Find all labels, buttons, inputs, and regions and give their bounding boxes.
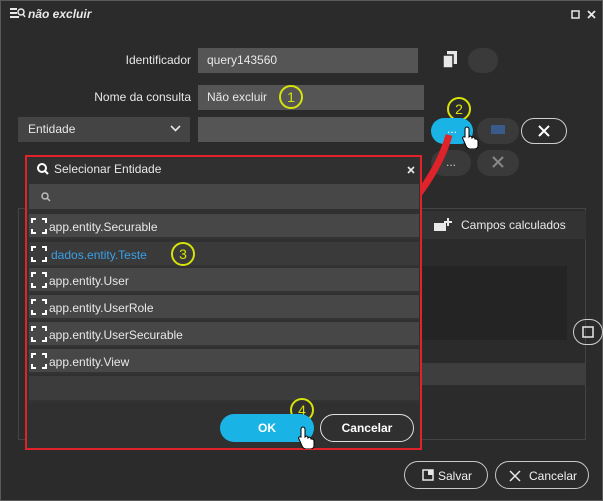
copy-icon[interactable] [443,51,457,69]
entity-icon [31,272,47,288]
dialog-cancel-button[interactable]: Cancelar [320,414,414,442]
list-item-selected[interactable]: dados.entity.Teste 3 [29,242,419,267]
nome-consulta-field[interactable]: Não excluir [198,85,424,110]
close-icon [538,125,550,137]
maximize-icon[interactable] [571,10,580,19]
tab-campos-calculados-label: Campos calculados [461,218,566,232]
comment-button[interactable] [477,118,519,144]
query-editor-window: não excluir Identificador query143560 No… [0,0,603,501]
list-item-label: app.entity.View [49,355,130,369]
save-icon [422,469,434,481]
entity-icon [31,246,47,262]
entity-icon [31,218,47,234]
cancel-button[interactable]: Cancelar [495,461,589,489]
close-icon [492,156,504,168]
list-item-label: app.entity.UserSecurable [49,328,183,342]
panel-strip [422,363,586,385]
dialog-search-input[interactable] [29,184,419,209]
identificador-label: Identificador [125,53,191,67]
list-item[interactable]: app.entity.View [29,349,419,374]
list-item-label: app.entity.Securable [49,220,158,234]
window-title: não excluir [28,7,92,21]
save-label: Salvar [438,469,473,483]
list-item-label: dados.entity.Teste [51,248,147,262]
side-action-button[interactable] [573,319,603,345]
entity-icon [31,326,47,342]
cancel-label: Cancelar [529,469,578,483]
title-bar: não excluir [1,1,602,27]
list-item-label: app.entity.UserRole [49,301,154,315]
calc-fields-area [422,266,567,340]
entidade-label: Entidade [28,122,76,136]
annotation-1: 1 [279,85,303,109]
comment-icon [491,125,505,134]
search-icon [37,163,49,175]
dialog-title: Selecionar Entidade [54,162,162,176]
list-item[interactable]: app.entity.Securable [29,214,419,239]
identificador-field[interactable]: query143560 [198,48,418,73]
select-entity-dialog: Selecionar Entidade app.entity.Securable… [25,155,422,450]
entity-icon [31,353,47,369]
close-icon [509,470,521,482]
entidade-dropdown[interactable]: Entidade [18,117,190,142]
list-item[interactable]: app.entity.User [29,268,419,293]
toggle-button[interactable] [468,48,498,73]
query-icon [10,8,26,18]
entity-icon [31,299,47,315]
close-icon[interactable] [587,10,596,19]
nome-consulta-label: Nome da consulta [94,90,191,104]
annotation-3: 3 [171,242,195,266]
list-item[interactable]: app.entity.UserRole [29,295,419,320]
list-item-label: app.entity.User [49,274,129,288]
list-empty-row [29,376,419,402]
list-item[interactable]: app.entity.UserSecurable [29,322,419,347]
close-icon[interactable] [407,166,415,174]
hand-cursor-icon [298,426,315,449]
chevron-down-icon [170,125,181,132]
search-icon [41,192,51,202]
save-button[interactable]: Salvar [404,461,488,489]
clear-button-2[interactable] [477,150,519,176]
clear-button[interactable] [521,118,567,144]
add-icon [582,326,594,338]
